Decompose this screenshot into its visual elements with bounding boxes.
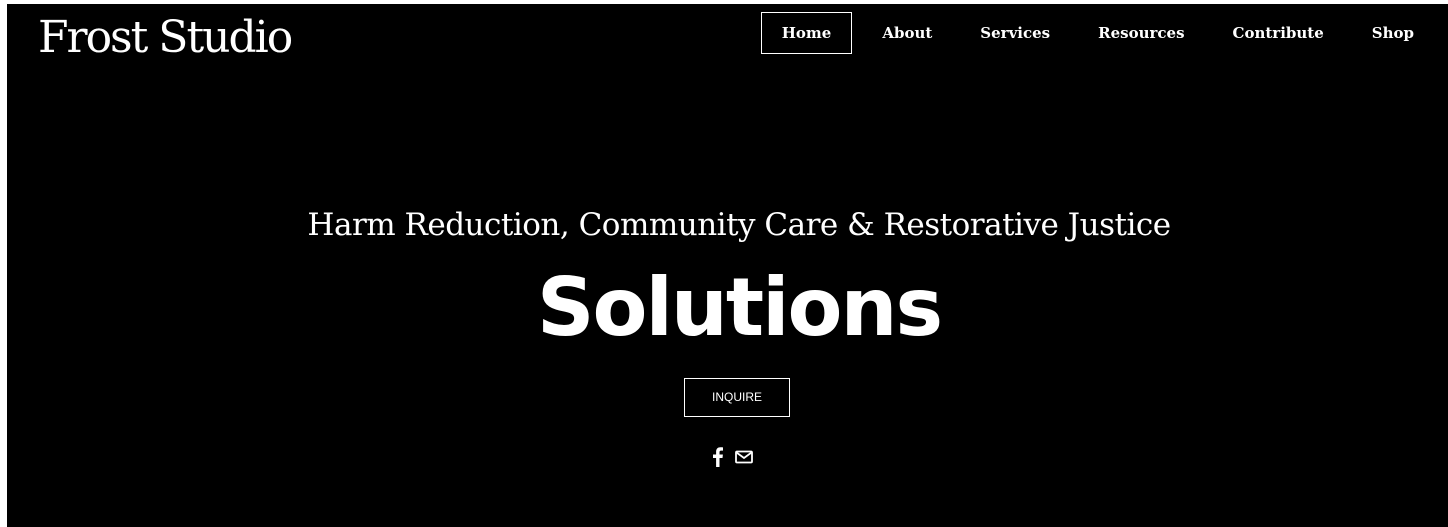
main-nav: Home About Services Resources Contribute… (760, 12, 1438, 54)
site-logo[interactable]: Frost Studio (38, 8, 293, 68)
nav-item-contribute[interactable]: Contribute (1209, 13, 1348, 53)
facebook-icon[interactable] (713, 447, 723, 472)
nav-item-about[interactable]: About (858, 13, 956, 53)
hero-headline: Solutions (536, 261, 943, 354)
nav-item-services[interactable]: Services (956, 13, 1074, 53)
inquire-button[interactable]: INQUIRE (684, 378, 790, 417)
social-links (713, 447, 753, 472)
nav-item-resources[interactable]: Resources (1074, 13, 1208, 53)
nav-item-home[interactable]: Home (760, 12, 853, 54)
nav-item-shop[interactable]: Shop (1348, 13, 1438, 53)
hero-tagline: Harm Reduction, Community Care & Restora… (307, 207, 1171, 243)
hero-section: Frost Studio Home About Services Resourc… (7, 4, 1448, 527)
email-icon[interactable] (735, 450, 753, 469)
